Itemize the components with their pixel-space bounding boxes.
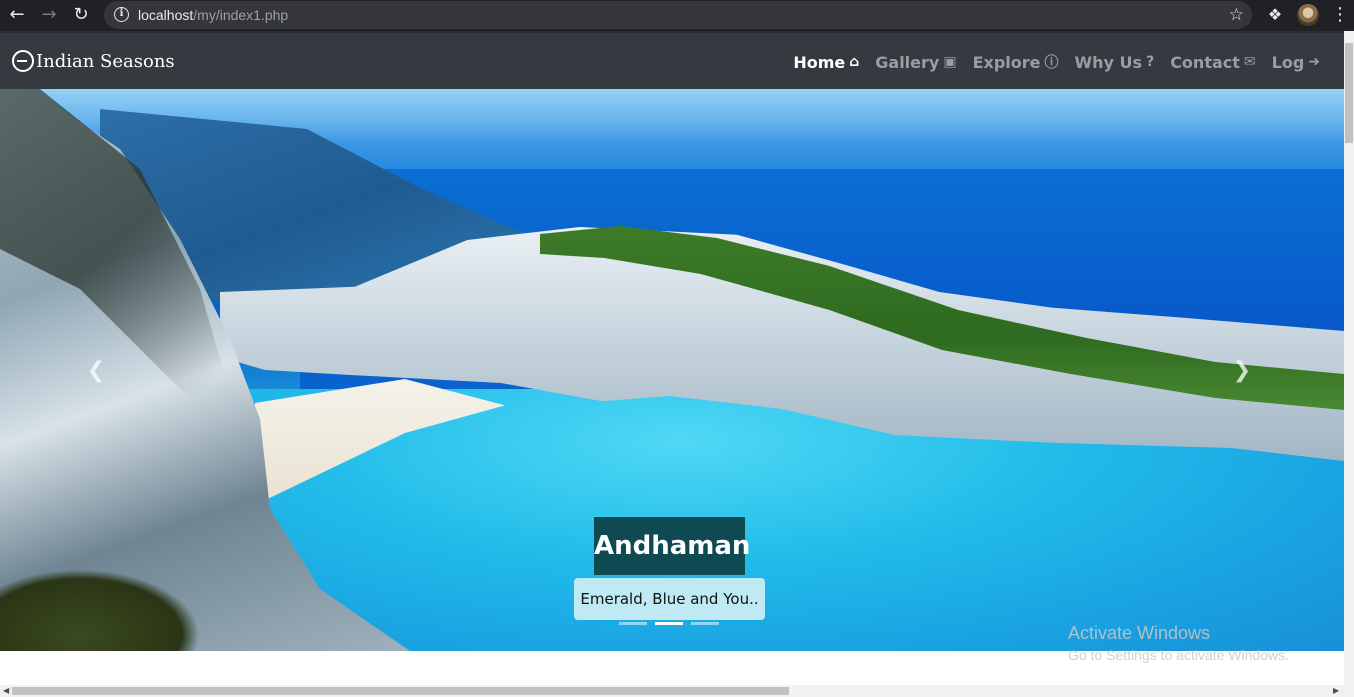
info-icon: ⓘ <box>1044 55 1059 71</box>
nav-gallery[interactable]: Gallery ▣ <box>875 52 956 72</box>
address-bar[interactable]: i localhost/my/index1.php ☆ <box>104 1 1252 29</box>
brand-name: Indian Seasons <box>36 50 175 72</box>
nav-home[interactable]: Home ⌂ <box>793 52 859 72</box>
nav-why-us[interactable]: Why Us? <box>1075 52 1155 72</box>
watermark-subtitle: Go to Settings to activate Windows. <box>1068 647 1289 663</box>
nav-links: Home ⌂ Gallery ▣ Explore ⓘ Why Us? Contact ✉… <box>777 52 1320 72</box>
vertical-scrollbar-thumb[interactable] <box>1345 43 1353 143</box>
nav-explore[interactable]: Explore ⓘ <box>973 52 1059 72</box>
site-info-icon[interactable]: i <box>114 7 129 22</box>
horizontal-scrollbar[interactable]: ◀ ▶ <box>0 685 1354 697</box>
question-icon: ? <box>1146 54 1155 70</box>
forward-button[interactable]: → <box>36 3 62 27</box>
reload-button[interactable]: ↻ <box>68 3 94 27</box>
carousel-prev-icon[interactable]: ❮ <box>84 359 108 383</box>
sign-out-icon: ➜ <box>1308 54 1320 70</box>
scroll-right-icon[interactable]: ▶ <box>1333 686 1339 696</box>
carousel-indicators <box>619 622 719 625</box>
activate-windows-watermark: Activate Windows Go to Settings to activ… <box>1068 622 1289 664</box>
carousel-indicator[interactable] <box>619 622 647 625</box>
site-navbar: Indian Seasons Home ⌂ Gallery ▣ Explore ⓘ W… <box>0 31 1344 89</box>
image-icon: ▣ <box>943 54 957 70</box>
brand-logo-icon <box>12 50 34 72</box>
carousel-caption-title: Andhaman <box>594 517 750 575</box>
puzzle-icon[interactable]: ❖ <box>1264 3 1286 27</box>
star-icon[interactable]: ☆ <box>1229 4 1244 26</box>
brand-link[interactable]: Indian Seasons <box>12 50 175 72</box>
browser-toolbar: ← → ↻ i localhost/my/index1.php ☆ ❖ ⋮ <box>0 0 1354 31</box>
nav-log[interactable]: Log ➜ <box>1272 52 1320 72</box>
carousel-indicator-active[interactable] <box>655 622 683 625</box>
vertical-scrollbar[interactable] <box>1344 31 1354 685</box>
carousel-image-bush <box>0 569 200 651</box>
envelope-icon: ✉ <box>1243 54 1256 70</box>
back-button[interactable]: ← <box>4 3 30 27</box>
watermark-title: Activate Windows <box>1068 623 1211 643</box>
horizontal-scrollbar-thumb[interactable] <box>12 687 789 695</box>
nav-contact[interactable]: Contact ✉ <box>1170 52 1255 72</box>
carousel-caption-subtitle: Emerald, Blue and You.. <box>574 578 765 620</box>
carousel-indicator[interactable] <box>691 622 719 625</box>
carousel-next-icon[interactable]: ❯ <box>1230 359 1254 383</box>
home-icon: ⌂ <box>849 54 860 70</box>
url-text[interactable]: localhost/my/index1.php <box>138 6 288 24</box>
hero-carousel: ❮ ❯ Andhaman Emerald, Blue and You.. <box>0 89 1344 651</box>
avatar[interactable] <box>1297 4 1319 26</box>
scroll-left-icon[interactable]: ◀ <box>3 686 9 696</box>
kebab-menu-icon[interactable]: ⋮ <box>1330 3 1350 27</box>
